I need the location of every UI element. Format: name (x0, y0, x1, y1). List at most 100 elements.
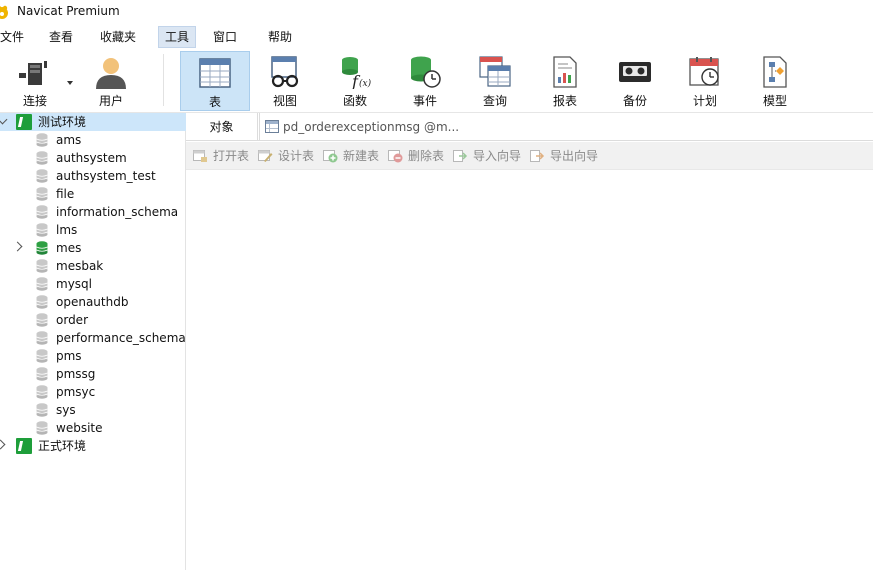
connection-icon (16, 438, 32, 454)
tree-db-label: ams (56, 133, 82, 147)
design-table-label: 设计表 (278, 149, 315, 163)
view-icon (271, 56, 299, 88)
connect-label: 连接 (22, 94, 47, 108)
tab-bar: 对象 pd_orderexceptionmsg @m... (186, 113, 873, 141)
import-wizard-label: 导入向导 (473, 149, 522, 163)
model-label: 模型 (762, 94, 787, 108)
design-table-icon (258, 150, 273, 162)
menu-file[interactable]: 文件 (0, 26, 24, 48)
table-icon (265, 120, 279, 133)
menu-window[interactable]: 窗口 (213, 26, 237, 48)
schedule-label: 计划 (692, 94, 717, 108)
tree-db-label: file (56, 187, 75, 201)
event-icon (411, 56, 441, 88)
minus-icon (388, 150, 403, 163)
query-icon (479, 56, 511, 87)
chevron-right-icon[interactable] (0, 439, 6, 450)
calendar-icon (689, 57, 719, 86)
function-label: 函数 (342, 94, 367, 108)
tree-db-label: order (56, 313, 88, 327)
main-toolbar: 连接 用户 表 视图 f (x) 函数 事件 查询 报表 备份 计划 模型 (0, 48, 873, 113)
user-label: 用户 (98, 94, 123, 108)
database-icon (36, 187, 48, 201)
tree-db-label: mesbak (56, 259, 104, 273)
event-button[interactable]: 事件 (390, 51, 460, 111)
svg-text:(x): (x) (359, 78, 372, 89)
export-wizard-label: 导出向导 (550, 149, 599, 163)
tab-table-editor[interactable]: pd_orderexceptionmsg @m... (259, 113, 873, 141)
table-button[interactable]: 表 (180, 51, 250, 111)
object-list-area[interactable] (186, 170, 873, 570)
tree-db-label: authsystem_test (56, 169, 156, 183)
chevron-down-icon[interactable] (67, 81, 73, 85)
chevron-down-icon[interactable] (0, 114, 8, 125)
open-table-icon (193, 150, 207, 162)
tree-connection-test[interactable]: 测试环境 (0, 113, 186, 131)
model-icon (763, 56, 787, 88)
tree-db-label: openauthdb (56, 295, 129, 309)
tree-db-label: lms (56, 223, 78, 237)
tree-db-label: pms (56, 349, 82, 363)
tree-db-label: pmsyc (56, 385, 96, 399)
tree-connection-label: 测试环境 (38, 115, 87, 129)
backup-label: 备份 (622, 94, 647, 108)
menu-help[interactable]: 帮助 (268, 26, 292, 48)
tab-objects[interactable]: 对象 (186, 113, 258, 141)
backup-button[interactable]: 备份 (600, 51, 670, 111)
navicat-logo-icon (0, 5, 8, 19)
menu-bar: 文件 查看 收藏夹 工具 窗口 帮助 (0, 24, 873, 48)
model-button[interactable]: 模型 (740, 51, 810, 111)
connection-tree[interactable]: 测试环境 ams authsystem authsystem_test file… (0, 113, 186, 570)
database-icon (36, 331, 48, 345)
plug-icon (19, 61, 47, 85)
menu-favorites[interactable]: 收藏夹 (100, 26, 136, 48)
view-label: 视图 (272, 94, 297, 108)
backup-icon (619, 62, 651, 82)
tree-db-label: website (56, 421, 103, 435)
chevron-right-icon[interactable] (12, 241, 23, 252)
function-icon: f (x) (342, 57, 372, 89)
toolbar-separator (163, 54, 164, 106)
import-icon (453, 150, 468, 162)
title-bar: Navicat Premium (0, 0, 873, 24)
connect-button[interactable]: 连接 (0, 51, 73, 111)
database-icon (36, 295, 48, 309)
report-label: 报表 (552, 94, 577, 108)
tree-db-label: sys (56, 403, 76, 417)
tree-db-label: authsystem (56, 151, 127, 165)
menu-tools[interactable]: 工具 (158, 26, 197, 48)
database-icon (36, 313, 48, 327)
delete-table-label: 删除表 (408, 149, 445, 163)
query-button[interactable]: 查询 (460, 51, 530, 111)
database-icon (36, 421, 48, 435)
database-icon (36, 349, 48, 363)
database-icon (36, 205, 48, 219)
schedule-button[interactable]: 计划 (670, 51, 740, 111)
object-toolbar: 打开表 设计表 新建表 删除表 导入向导 导出向导 (186, 142, 873, 170)
event-label: 事件 (412, 94, 437, 108)
tree-connection-label: 正式环境 (38, 439, 87, 453)
window-title: Navicat Premium (17, 4, 120, 18)
menu-view[interactable]: 查看 (49, 26, 73, 48)
view-button[interactable]: 视图 (250, 51, 320, 111)
query-label: 查询 (482, 94, 507, 108)
database-icon (36, 385, 48, 399)
tree-db-label: pmssg (56, 367, 96, 381)
database-icon (36, 259, 48, 273)
connection-icon (16, 114, 32, 130)
database-icon (36, 277, 48, 291)
function-button[interactable]: f (x) 函数 (320, 51, 390, 111)
open-table-label: 打开表 (213, 149, 250, 163)
user-icon (96, 58, 126, 89)
report-button[interactable]: 报表 (530, 51, 600, 111)
database-icon (36, 169, 48, 183)
table-icon (199, 58, 231, 88)
database-icon (36, 133, 48, 147)
tree-db-label: information_schema (56, 205, 179, 219)
user-button[interactable]: 用户 (76, 51, 146, 111)
export-icon (530, 150, 545, 162)
plus-icon (323, 150, 338, 163)
database-open-icon (36, 241, 48, 255)
database-icon (36, 151, 48, 165)
database-icon (36, 403, 48, 417)
